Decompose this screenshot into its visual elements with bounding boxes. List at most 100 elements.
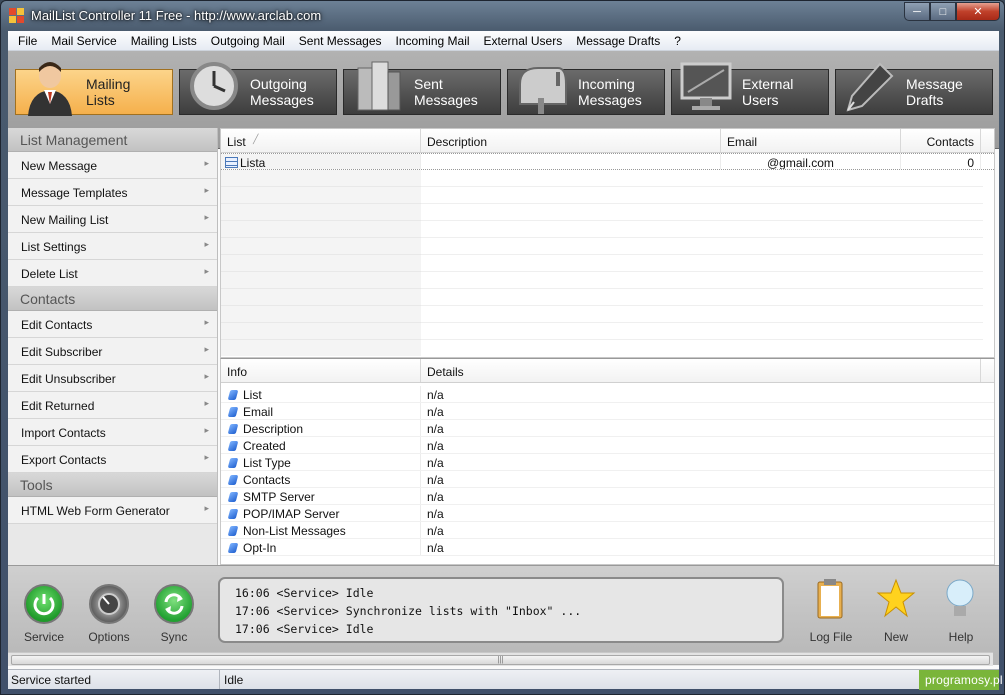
info-bullet-icon xyxy=(227,407,239,417)
column-header-details[interactable]: Details xyxy=(421,359,981,382)
menu-incoming-mail[interactable]: Incoming Mail xyxy=(389,34,477,48)
info-label: POP/IMAP Server xyxy=(243,507,340,521)
section-list-management: List Management xyxy=(8,128,217,152)
menu-sent-messages[interactable]: Sent Messages xyxy=(292,34,389,48)
info-label: List xyxy=(243,388,262,402)
list-table-icon xyxy=(225,157,238,168)
tab-message-drafts[interactable]: Message Drafts xyxy=(835,62,993,115)
info-value: n/a xyxy=(427,439,444,453)
tab-mailing-lists[interactable]: Mailing Lists xyxy=(15,62,173,116)
minimize-button[interactable]: ─ xyxy=(904,2,930,21)
sidebar-item-export-contacts[interactable]: Export Contacts ▸ xyxy=(8,446,217,473)
options-button[interactable] xyxy=(89,584,129,624)
title-bar[interactable]: MailList Controller 11 Free - http://www… xyxy=(1,1,1004,31)
column-header-list[interactable]: List ╱ xyxy=(221,129,421,152)
column-header-label: List xyxy=(227,135,246,149)
info-bullet-icon xyxy=(227,475,239,485)
log-file-button[interactable] xyxy=(813,576,847,622)
bottom-panel: Service Options Sync 16:06 <Service> Idl… xyxy=(8,565,999,666)
tab-outgoing-messages[interactable]: Outgoing Messages xyxy=(179,62,337,115)
chevron-right-icon: ▸ xyxy=(204,398,209,408)
star-icon xyxy=(876,578,916,618)
sidebar-item-import-contacts[interactable]: Import Contacts ▸ xyxy=(8,419,217,446)
sidebar-item-label: List Settings xyxy=(21,240,87,254)
service-log: 16:06 <Service> Idle 17:06 <Service> Syn… xyxy=(218,577,784,643)
menu-help[interactable]: ? xyxy=(667,34,688,48)
menu-mail-service[interactable]: Mail Service xyxy=(44,34,123,48)
close-button[interactable]: ✕ xyxy=(956,2,1000,21)
table-row[interactable]: Lista @gmail.com 0 xyxy=(221,153,994,170)
sidebar-item-label: New Mailing List xyxy=(21,213,109,227)
info-row: POP/IMAP Server n/a xyxy=(221,505,994,522)
column-header-description[interactable]: Description xyxy=(421,129,721,152)
sidebar-item-new-message[interactable]: New Message ▸ xyxy=(8,152,217,179)
info-label: Description xyxy=(243,422,304,436)
list-info-grid: Info Details List n/a Email n/a Descriptio… xyxy=(220,358,995,565)
section-contacts: Contacts xyxy=(8,287,217,311)
log-file-label: Log File xyxy=(809,630,853,644)
info-row: List Type n/a xyxy=(221,454,994,471)
tab-external-users[interactable]: External Users xyxy=(671,62,829,115)
info-label: SMTP Server xyxy=(243,490,315,504)
sidebar-item-label: Edit Returned xyxy=(21,399,95,413)
grid-empty-rows xyxy=(221,170,421,356)
service-button[interactable] xyxy=(24,584,64,624)
scrollbar-thumb[interactable]: ||| xyxy=(11,655,990,665)
sidebar-item-label: Edit Subscriber xyxy=(21,345,103,359)
list-description xyxy=(421,154,721,169)
sidebar-item-new-mailing-list[interactable]: New Mailing List ▸ xyxy=(8,206,217,233)
menu-external-users[interactable]: External Users xyxy=(477,34,570,48)
sidebar-item-message-templates[interactable]: Message Templates ▸ xyxy=(8,179,217,206)
mailing-list-grid: List ╱ Description Email Contacts Lista @… xyxy=(220,128,995,358)
chevron-right-icon: ▸ xyxy=(204,371,209,381)
info-bullet-icon xyxy=(227,543,239,553)
section-tools: Tools xyxy=(8,473,217,497)
sidebar-item-edit-contacts[interactable]: Edit Contacts ▸ xyxy=(8,311,217,338)
tab-label-line1: Mailing xyxy=(86,76,131,92)
sidebar-item-edit-returned[interactable]: Edit Returned ▸ xyxy=(8,392,217,419)
sidebar-item-list-settings[interactable]: List Settings ▸ xyxy=(8,233,217,260)
tab-label-line1: External xyxy=(742,76,794,92)
app-window: MailList Controller 11 Free - http://www… xyxy=(0,0,1005,695)
list-name-cell: Lista xyxy=(221,154,421,169)
menu-message-drafts[interactable]: Message Drafts xyxy=(569,34,667,48)
sidebar-item-edit-unsubscriber[interactable]: Edit Unsubscriber ▸ xyxy=(8,365,217,392)
maximize-button[interactable]: □ xyxy=(930,2,956,21)
sidebar-item-edit-subscriber[interactable]: Edit Subscriber ▸ xyxy=(8,338,217,365)
sidebar-item-html-web-form-generator[interactable]: HTML Web Form Generator ▸ xyxy=(8,497,217,524)
column-header-info[interactable]: Info xyxy=(221,359,421,382)
chevron-right-icon: ▸ xyxy=(204,158,209,168)
new-button[interactable] xyxy=(876,576,916,622)
menu-outgoing-mail[interactable]: Outgoing Mail xyxy=(204,34,292,48)
info-label: Non-List Messages xyxy=(243,524,346,538)
lightbulb-icon xyxy=(946,579,974,616)
tab-sent-messages[interactable]: Sent Messages xyxy=(343,61,501,115)
status-bar: Service started Idle programosy.pl xyxy=(8,669,1003,690)
menu-file[interactable]: File xyxy=(11,34,44,48)
tab-label-line2: Drafts xyxy=(906,92,944,108)
sidebar-item-label: Import Contacts xyxy=(21,426,106,440)
sidebar-item-delete-list[interactable]: Delete List ▸ xyxy=(8,260,217,287)
column-header-email[interactable]: Email xyxy=(721,129,901,152)
column-header-contacts[interactable]: Contacts xyxy=(901,129,981,152)
mailbox-icon xyxy=(519,67,567,114)
horizontal-scrollbar[interactable]: ||| xyxy=(8,652,993,666)
pen-icon xyxy=(846,62,894,112)
options-label: Options xyxy=(88,630,130,644)
menu-mailing-lists[interactable]: Mailing Lists xyxy=(124,34,204,48)
tab-label-line2: Messages xyxy=(578,92,642,108)
sync-button[interactable] xyxy=(154,584,194,624)
app-logo-icon xyxy=(9,8,25,24)
sidebar: List Management New Message ▸ Message Tem… xyxy=(8,128,218,565)
help-button[interactable] xyxy=(943,576,977,622)
info-value: n/a xyxy=(427,456,444,470)
menu-bar: File Mail Service Mailing Lists Outgoing… xyxy=(8,31,999,51)
info-row: List n/a xyxy=(221,386,994,403)
info-row: Created n/a xyxy=(221,437,994,454)
tab-incoming-messages[interactable]: Incoming Messages xyxy=(507,67,665,115)
sent-stack-icon xyxy=(357,61,401,111)
options-dial-icon xyxy=(98,593,120,615)
clock-icon xyxy=(190,62,238,110)
info-row: Opt-In n/a xyxy=(221,539,994,556)
info-row: Description n/a xyxy=(221,420,994,437)
